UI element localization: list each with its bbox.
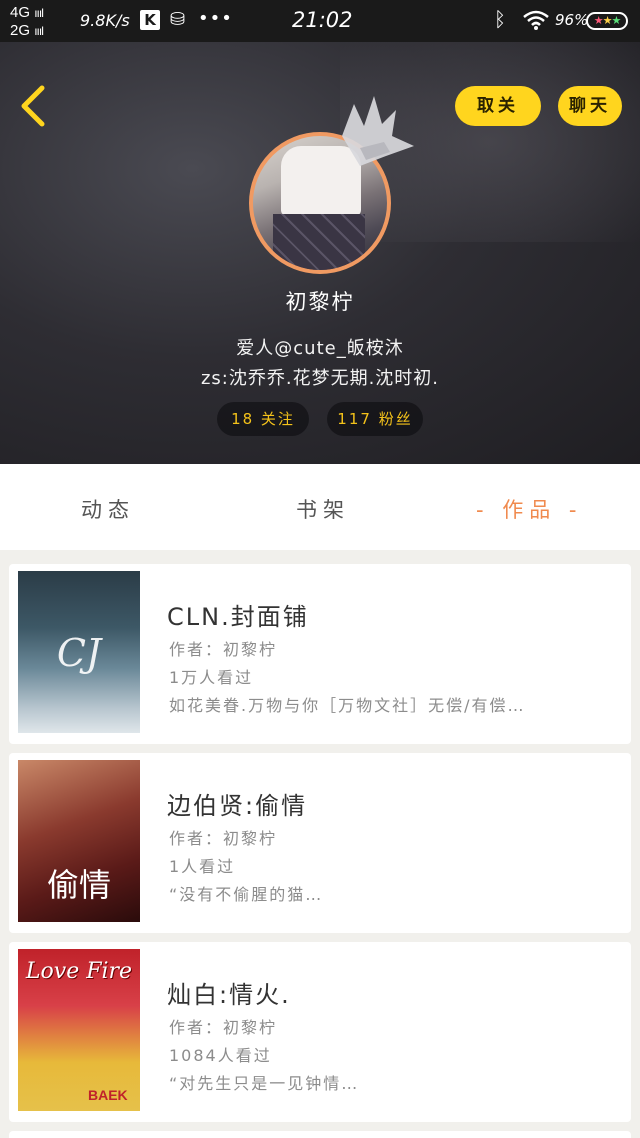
- work-title[interactable]: 边伯贤:偷情: [167, 786, 307, 821]
- work-author: 作者：初黎柠: [169, 1018, 278, 1037]
- cover-tag: BAEK: [88, 1087, 128, 1103]
- work-author: 作者：初黎柠: [169, 829, 278, 848]
- work-title[interactable]: 灿白:情火.: [167, 975, 291, 1010]
- tab-dynamic[interactable]: 动态: [81, 494, 135, 524]
- network-speed: 9.8K/s: [80, 11, 130, 30]
- work-card[interactable]: [9, 1131, 631, 1138]
- cover-text: Love Fire: [25, 959, 133, 984]
- more-dots-icon: •••: [198, 8, 233, 29]
- cover-text: CJ: [56, 631, 102, 675]
- wifi-icon: [523, 10, 549, 30]
- database-icon: ⛁: [170, 9, 186, 30]
- battery-icon: ★★★: [586, 12, 628, 30]
- bio-line-2: zs:沈乔乔.花梦无期.沈时初.: [200, 368, 440, 389]
- crown-icon: [342, 96, 414, 166]
- work-description: “没有不偷腥的猫…: [169, 885, 324, 904]
- work-card[interactable]: CJ CLN.封面铺 作者：初黎柠 1万人看过 如花美眷.万物与你［万物文社］无…: [9, 564, 631, 744]
- back-icon[interactable]: [18, 84, 48, 128]
- tab-bookshelf[interactable]: 书架: [296, 494, 350, 524]
- avatar-skirt: [273, 214, 365, 270]
- following-count[interactable]: 18 关注: [217, 402, 309, 436]
- work-description: 如花美眷.万物与你［万物文社］无偿/有偿…: [169, 696, 526, 715]
- work-card[interactable]: 偷情 边伯贤:偷情 作者：初黎柠 1人看过 “没有不偷腥的猫…: [9, 753, 631, 933]
- work-card[interactable]: Love Fire BAEK 灿白:情火. 作者：初黎柠 1084人看过 “对先…: [9, 942, 631, 1122]
- fans-count[interactable]: 117 粉丝: [327, 402, 423, 436]
- works-list: CJ CLN.封面铺 作者：初黎柠 1万人看过 如花美眷.万物与你［万物文社］无…: [0, 550, 640, 1138]
- work-views: 1万人看过: [169, 668, 254, 687]
- work-views: 1人看过: [169, 857, 236, 876]
- book-cover[interactable]: CJ: [18, 571, 140, 733]
- clock: 21:02: [292, 8, 353, 32]
- work-title[interactable]: CLN.封面铺: [167, 597, 309, 632]
- unfollow-button[interactable]: 取关: [455, 86, 541, 126]
- status-bar: 4G ıııl 2G ıııl 9.8K/s K ⛁ ••• 21:02 ᛒ 9…: [0, 0, 640, 42]
- battery-percent: 96%: [555, 11, 589, 29]
- k-app-icon: K: [140, 10, 160, 30]
- bluetooth-icon: ᛒ: [494, 7, 506, 31]
- work-views: 1084人看过: [169, 1046, 272, 1065]
- book-cover[interactable]: Love Fire BAEK: [18, 949, 140, 1111]
- username: 初黎柠: [285, 290, 355, 314]
- chat-button[interactable]: 聊天: [558, 86, 622, 126]
- cover-text: 偷情: [46, 866, 111, 904]
- profile-tabs: 动态 书架 - 作品 -: [0, 464, 640, 550]
- work-description: “对先生只是一见钟情…: [169, 1074, 360, 1093]
- book-cover[interactable]: 偷情: [18, 760, 140, 922]
- network-indicator: 4G ıııl 2G ıııl: [10, 4, 44, 39]
- bio-line-1: 爱人@cute_皈桉沐: [236, 338, 404, 359]
- work-author: 作者：初黎柠: [169, 640, 278, 659]
- profile-header: 取关 聊天 初黎柠 爱人@cute_皈桉沐 zs:沈乔乔.花梦无期.沈时初. 1…: [0, 42, 640, 464]
- tab-works[interactable]: - 作品 -: [476, 494, 583, 524]
